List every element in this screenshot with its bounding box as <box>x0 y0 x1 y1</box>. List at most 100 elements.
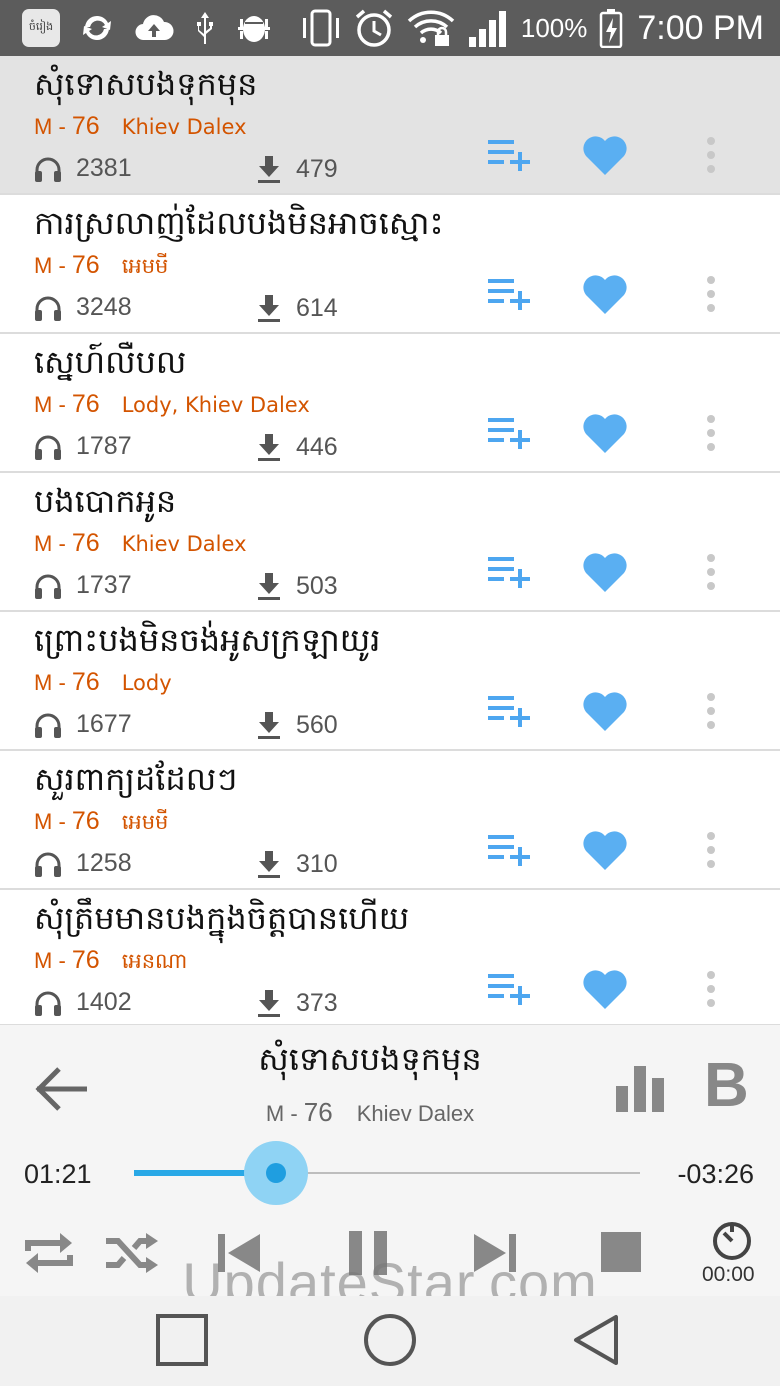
download-count: 446 <box>256 432 338 462</box>
play-count-value: 1737 <box>76 571 132 599</box>
song-artist: អេមមី <box>121 254 169 278</box>
repeat-button[interactable] <box>18 1225 80 1281</box>
playlist-add-icon <box>488 557 530 588</box>
signal-icon <box>468 11 506 47</box>
add-to-playlist-button[interactable] <box>484 412 534 452</box>
download-count-value: 479 <box>296 154 338 183</box>
play-count: 1258 <box>34 849 132 878</box>
favorite-button[interactable] <box>578 964 632 1014</box>
status-bar: ចំរៀង 100% 7:00 PM <box>0 0 780 56</box>
play-count: 1677 <box>34 710 132 739</box>
song-title: សុំទោសបងទុកមុន <box>34 65 258 103</box>
download-icon <box>258 990 280 1017</box>
song-artist: Lody, Khiev Dalex <box>121 393 310 417</box>
add-to-playlist-button[interactable] <box>484 829 534 869</box>
vibrate-icon <box>302 9 339 47</box>
stop-button[interactable] <box>598 1229 644 1275</box>
now-playing-code-prefix: M - <box>265 1101 304 1126</box>
play-count: 1787 <box>34 432 132 461</box>
stop-icon <box>601 1232 641 1272</box>
next-button[interactable] <box>470 1225 520 1281</box>
song-row[interactable]: ព្រោះបងមិនចង់អូសក្រឡាយូរ M - 76 Lody 1677… <box>0 612 780 751</box>
song-code-prefix: M - <box>34 114 72 139</box>
song-code: M - 76 <box>34 668 100 696</box>
home-button[interactable] <box>360 1310 420 1370</box>
song-artist: អេមមី <box>121 810 169 834</box>
arrow-back-icon <box>35 1067 87 1111</box>
more-vert-icon <box>707 137 715 173</box>
song-row[interactable]: ការស្រលាញ់ដែលបងមិនអាចស្មោះ M - 76 អេមមី 3… <box>0 195 780 334</box>
favorite-button[interactable] <box>578 547 632 597</box>
clock: 7:00 PM <box>637 8 764 47</box>
cloud-upload-icon <box>135 15 174 41</box>
song-row[interactable]: ស្នេហ៍លឺបល M - 76 Lody, Khiev Dalex 1787 … <box>0 334 780 473</box>
add-to-playlist-button[interactable] <box>484 690 534 730</box>
back-button[interactable] <box>30 1061 92 1117</box>
recent-apps-button[interactable] <box>152 1310 212 1370</box>
heart-icon <box>583 136 627 175</box>
song-code: M - 76 <box>34 390 100 418</box>
seek-thumb-dot <box>265 1163 286 1183</box>
now-playing-artist: Khiev Dalex <box>356 1101 475 1126</box>
more-options-button[interactable] <box>700 408 722 458</box>
song-row[interactable]: បងបោកអូន M - 76 Khiev Dalex 1737 503 <box>0 473 780 612</box>
song-title: បងបោកអូន <box>34 482 177 520</box>
alarm-icon <box>355 9 393 47</box>
song-row[interactable]: សួរពាក្យដដែលៗ M - 76 អេមមី 1258 310 <box>0 751 780 890</box>
seek-thumb[interactable] <box>243 1141 308 1205</box>
more-options-button[interactable] <box>700 686 722 736</box>
more-vert-icon <box>707 693 715 729</box>
song-code: M - 76 <box>34 529 100 557</box>
song-artist: អេនណា <box>121 949 188 973</box>
play-count: 1737 <box>34 571 132 600</box>
playlist-add-icon <box>488 279 530 310</box>
sleep-timer-button[interactable] <box>708 1217 756 1265</box>
seek-bar[interactable] <box>134 1141 640 1205</box>
song-artist: Khiev Dalex <box>121 115 247 139</box>
add-to-playlist-button[interactable] <box>484 134 534 174</box>
add-to-playlist-button[interactable] <box>484 968 534 1008</box>
song-code-number: 76 <box>71 390 100 418</box>
favorite-button[interactable] <box>578 269 632 319</box>
download-count-value: 614 <box>296 293 338 322</box>
battery-percent: 100% <box>520 12 588 43</box>
more-options-button[interactable] <box>700 547 722 597</box>
song-code-number: 76 <box>71 807 100 835</box>
previous-button[interactable] <box>214 1225 264 1281</box>
now-playing-meta: M - 76 Khiev Dalex <box>150 1097 590 1128</box>
now-playing-bar: សុំទោសបងទុកមុន M - 76 Khiev Dalex B 01:21… <box>0 1024 780 1296</box>
equalizer-button[interactable] <box>612 1063 670 1113</box>
b-button[interactable]: B <box>704 1051 749 1121</box>
more-options-button[interactable] <box>700 130 722 180</box>
favorite-button[interactable] <box>578 686 632 736</box>
add-to-playlist-button[interactable] <box>484 273 534 313</box>
download-count-value: 446 <box>296 432 338 461</box>
sync-icon <box>83 15 111 41</box>
skip-next-icon <box>474 1234 516 1272</box>
song-code-prefix: M - <box>34 392 72 417</box>
favorite-button[interactable] <box>578 825 632 875</box>
headphones-icon <box>35 296 61 321</box>
download-icon <box>258 295 280 322</box>
pause-button[interactable] <box>344 1225 392 1281</box>
favorite-button[interactable] <box>578 130 632 180</box>
app-icon-label: ចំរៀង <box>28 20 54 33</box>
add-to-playlist-button[interactable] <box>484 551 534 591</box>
headphones-icon <box>35 435 61 460</box>
more-options-button[interactable] <box>700 269 722 319</box>
download-count-value: 560 <box>296 710 338 739</box>
song-title: ព្រោះបងមិនចង់អូសក្រឡាយូរ <box>34 621 381 659</box>
song-title: ស្នេហ៍លឺបល <box>34 343 187 381</box>
song-code-prefix: M - <box>34 253 72 278</box>
headphones-icon <box>35 574 61 599</box>
song-meta: M - 76 Lody, Khiev Dalex <box>34 390 310 419</box>
play-count-value: 1677 <box>76 710 132 738</box>
song-row[interactable]: សុំត្រឹមមានបងក្នុងចិត្តបានហើយ M - 76 អេនណ… <box>0 890 780 1029</box>
playlist-add-icon <box>488 418 530 449</box>
more-options-button[interactable] <box>700 964 722 1014</box>
more-options-button[interactable] <box>700 825 722 875</box>
song-row[interactable]: សុំទោសបងទុកមុន M - 76 Khiev Dalex 2381 47… <box>0 56 780 195</box>
favorite-button[interactable] <box>578 408 632 458</box>
nav-back-button[interactable] <box>566 1310 626 1370</box>
shuffle-button[interactable] <box>102 1225 162 1281</box>
